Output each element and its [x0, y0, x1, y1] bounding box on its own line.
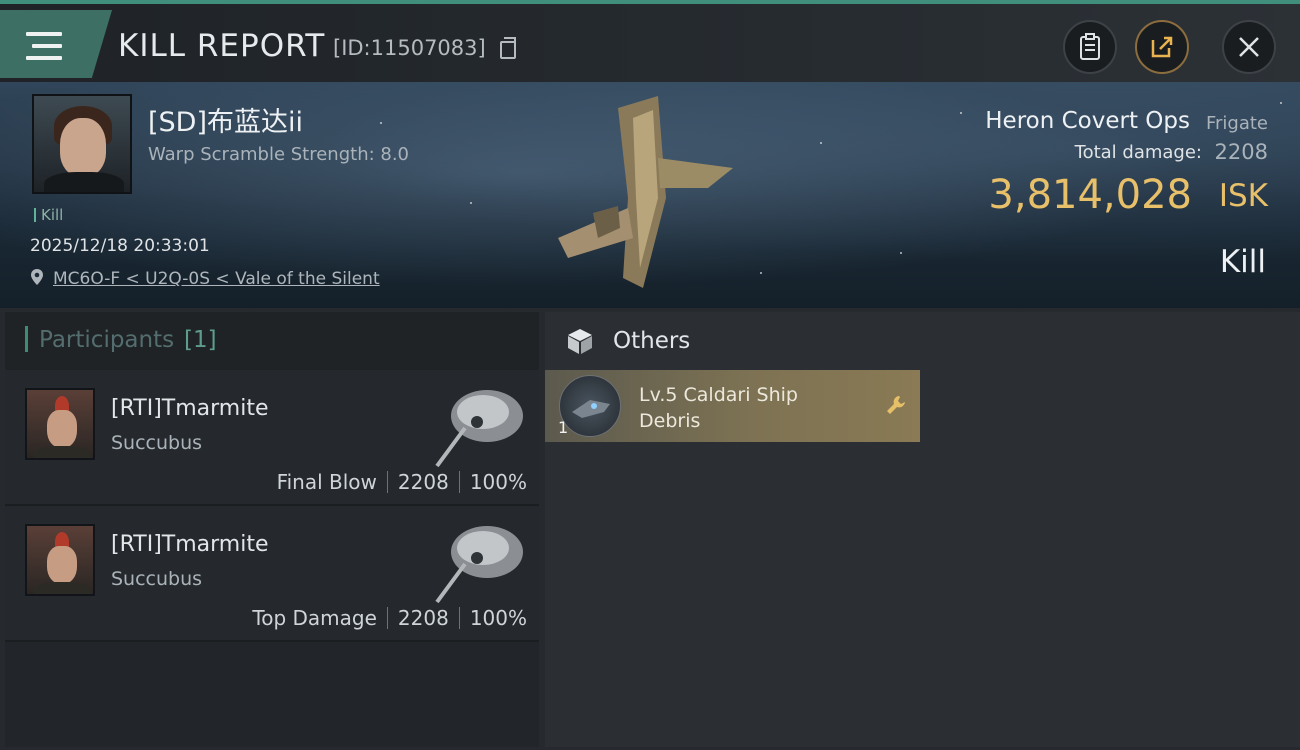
item-card[interactable]: 1 Lv.5 Caldari Ship Debris	[545, 370, 920, 442]
participant-ship: Succubus	[111, 568, 203, 590]
location-link[interactable]: MC6O-F < U2Q-0S < Vale of the Silent	[53, 269, 380, 289]
isk-unit: ISK	[1218, 178, 1268, 214]
others-title: Others	[613, 328, 691, 354]
kill-banner: [SD]布蓝达ii Warp Scramble Strength: 8.0 Ki…	[0, 82, 1300, 308]
menu-button[interactable]	[0, 10, 112, 78]
participant-damage: 2208	[397, 606, 449, 630]
participant-role: Top Damage	[252, 606, 377, 630]
clipboard-icon	[1080, 33, 1100, 60]
others-header: Others	[545, 312, 1300, 370]
close-icon	[1239, 37, 1259, 57]
participant-stats: Top Damage 2208 100%	[252, 606, 527, 630]
victim-ship-name[interactable]: Heron Covert Ops	[985, 108, 1190, 134]
participant-avatar[interactable]	[25, 524, 95, 596]
participants-panel: Participants [1] [RTI]Tmarmite Succubus …	[5, 312, 539, 747]
participant-damage: 2208	[397, 470, 449, 494]
warp-scramble-strength: Warp Scramble Strength: 8.0	[148, 144, 410, 165]
report-id: [ID:11507083]	[333, 36, 486, 60]
victim-portrait[interactable]	[32, 94, 132, 194]
share-button[interactable]	[1135, 20, 1189, 74]
page-title: KILL REPORT	[118, 28, 326, 64]
participant-name: [RTI]Tmarmite	[111, 532, 269, 557]
participant-avatar[interactable]	[25, 388, 95, 460]
others-panel: Others 1 Lv.5 Caldari Ship Debris	[545, 312, 1300, 747]
participant-percent: 100%	[469, 470, 527, 494]
victim-ship-class: Frigate	[1205, 113, 1268, 134]
item-name: Lv.5 Caldari Ship Debris	[639, 384, 798, 432]
item-thumbnail	[559, 375, 621, 437]
participant-stats: Final Blow 2208 100%	[277, 470, 527, 494]
clipboard-button[interactable]	[1063, 20, 1117, 74]
header-bar: KILL REPORT [ID:11507083]	[0, 4, 1300, 82]
kill-tag: Kill	[34, 206, 63, 224]
item-quantity: 1	[558, 418, 569, 437]
participant-role: Final Blow	[276, 470, 377, 494]
total-damage-value: 2208	[1214, 140, 1268, 164]
participants-header: Participants [1]	[5, 312, 539, 370]
participant-row[interactable]: [RTI]Tmarmite Succubus Top Damage 2208 1…	[5, 506, 539, 642]
victim-name[interactable]: [SD]布蓝达ii	[148, 100, 303, 139]
wrench-icon[interactable]	[885, 394, 907, 416]
menu-icon	[26, 32, 62, 60]
participant-percent: 100%	[469, 606, 527, 630]
participant-name: [RTI]Tmarmite	[111, 396, 269, 421]
participant-row[interactable]: [RTI]Tmarmite Succubus Final Blow 2208 1…	[5, 370, 539, 506]
participants-count: [1]	[184, 327, 217, 353]
kill-datetime: 2025/12/18 20:33:01	[30, 236, 210, 256]
close-button[interactable]	[1222, 20, 1276, 74]
victim-ship-image	[558, 96, 733, 288]
participants-title: Participants	[39, 327, 175, 353]
share-icon	[1151, 36, 1173, 58]
location-pin-icon	[31, 269, 43, 285]
participant-ship-image	[435, 526, 523, 604]
cube-icon	[568, 329, 592, 354]
copy-icon[interactable]	[500, 37, 516, 59]
isk-value: 3,814,028	[988, 172, 1192, 218]
result-label: Kill	[1219, 244, 1266, 280]
participant-ship-image	[435, 390, 523, 468]
participant-ship: Succubus	[111, 432, 203, 454]
total-damage-label: Total damage:	[1074, 142, 1202, 163]
